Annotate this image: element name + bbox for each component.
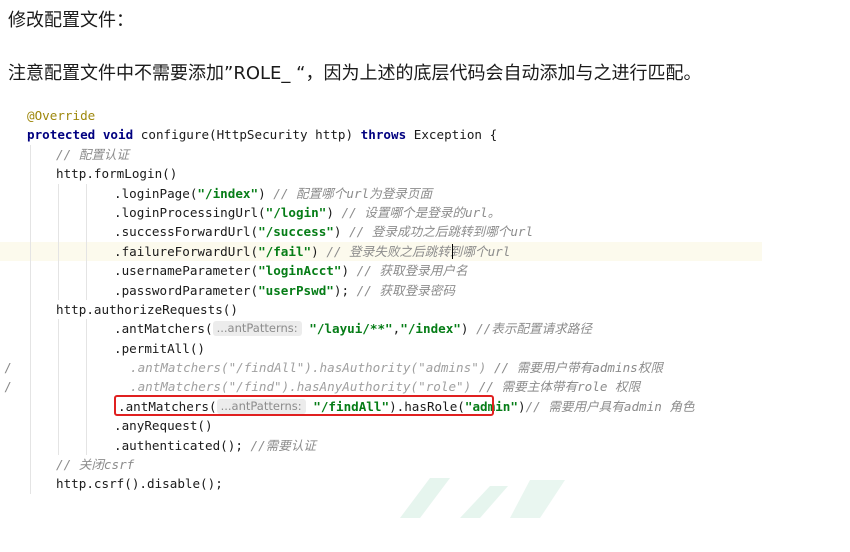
comment: // 需要用户带有admins权限 — [493, 360, 663, 376]
commented-code: .antMatchers("/find").hasAnyAuthority("r… — [130, 379, 479, 395]
code-line: @Override — [0, 106, 850, 125]
code-text: .failureForwardUrl( — [114, 243, 259, 259]
code-line: protected void configure(HttpSecurity ht… — [0, 125, 850, 144]
code-text: http.csrf().disable(); — [56, 476, 223, 492]
string-literal: "loginAcct" — [258, 263, 342, 279]
keyword: void — [102, 127, 134, 143]
gutter-mark: / — [4, 379, 12, 395]
code-text: .successForwardUrl( — [114, 224, 259, 240]
note-paragraph: 注意配置文件中不需要添加”ROLE_ “，因为上述的底层代码会自动添加与之进行匹… — [8, 63, 702, 84]
code-block: @Override protected void configure(HttpS… — [0, 106, 850, 494]
comment: // 关闭csrf — [56, 457, 135, 473]
code-text: configure(HttpSecurity http) — [140, 127, 361, 143]
comment: // 需要主体带有role 权限 — [478, 379, 641, 395]
commented-code: .antMatchers("/findAll").hasAuthority("a… — [130, 360, 494, 376]
comment: // 设置哪个是登录的url。 — [341, 204, 501, 220]
text-caret — [452, 243, 453, 259]
code-line: .antMatchers(...antPatterns: "/findAll")… — [0, 394, 850, 417]
code-line: / .antMatchers("/findAll").hasAuthority(… — [0, 358, 850, 378]
code-text: ) — [460, 321, 477, 337]
code-text: ) — [258, 185, 274, 201]
string-literal: "/success" — [258, 224, 334, 240]
code-text: .authenticated(); — [114, 437, 251, 453]
current-line[interactable]: .failureForwardUrl("/fail") // 登录失败之后跳转到… — [0, 241, 762, 262]
code-text: .passwordParameter( — [114, 282, 259, 298]
comment: // 登录成功之后跳转到哪个url — [349, 224, 534, 240]
string-literal: "/login" — [265, 204, 327, 220]
watermark-shape — [400, 478, 565, 518]
string-literal: "/fail" — [258, 243, 312, 259]
keyword: throws — [360, 127, 407, 143]
code-line: .authenticated(); //需要认证 — [0, 435, 850, 456]
string-literal: "/layui/**" — [309, 321, 393, 337]
code-text: .loginProcessingUrl( — [114, 204, 266, 220]
code-text: ); — [333, 282, 357, 298]
code-text: .loginPage( — [114, 185, 198, 201]
code-text: ) — [517, 398, 526, 414]
code-line: .loginPage("/index") // 配置哪个url为登录页面 — [0, 183, 850, 203]
comment: // 登录失败之后跳转到哪个url — [326, 243, 511, 259]
string-literal: "userPswd" — [258, 282, 334, 298]
code-line: http.authorizeRequests() — [0, 299, 850, 320]
parameter-hint: ...antPatterns: — [212, 321, 302, 337]
comment: // 需要用户具有admin 角色 — [525, 398, 695, 414]
code-line: http.formLogin() — [0, 164, 850, 184]
code-line: // 配置认证 — [0, 144, 850, 165]
code-line: .usernameParameter("loginAcct") // 获取登录用… — [0, 261, 850, 281]
highlight-box — [114, 394, 494, 416]
gutter-mark: / — [4, 360, 12, 376]
code-text: .permitAll() — [114, 340, 205, 356]
code-line: // 关闭csrf — [0, 455, 850, 475]
code-text: ) — [333, 224, 350, 240]
code-text: http.formLogin() — [56, 166, 178, 182]
comment: // 配置认证 — [56, 146, 130, 162]
code-text: ) — [326, 204, 342, 220]
code-text: .antMatchers( — [114, 321, 213, 337]
code-text: .usernameParameter( — [114, 263, 259, 279]
comment: // 获取登录密码 — [356, 282, 455, 298]
code-line: / .antMatchers("/find").hasAnyAuthority(… — [0, 377, 850, 397]
string-literal: "/index" — [197, 185, 259, 201]
code-text: http.authorizeRequests() — [56, 301, 238, 317]
code-line: .antMatchers(...antPatterns: "/layui/**"… — [0, 319, 850, 339]
code-line: .passwordParameter("userPswd"); // 获取登录密… — [0, 280, 850, 300]
string-literal: "/index" — [400, 321, 461, 337]
code-line: .loginProcessingUrl("/login") // 设置哪个是登录… — [0, 202, 850, 223]
code-text: Exception { — [413, 127, 498, 143]
section-heading: 修改配置文件： — [8, 10, 134, 31]
code-text: ) — [311, 243, 327, 259]
code-line: .permitAll() — [0, 338, 850, 359]
comment: //表示配置请求路径 — [476, 321, 592, 337]
keyword: protected — [27, 127, 96, 143]
code-text: .anyRequest() — [114, 418, 213, 434]
annotation: @Override — [27, 108, 96, 123]
code-text: ) — [341, 263, 357, 279]
code-line: .anyRequest() — [0, 416, 850, 436]
code-line: .successForwardUrl("/success") // 登录成功之后… — [0, 222, 850, 242]
comment: //需要认证 — [250, 437, 317, 453]
comment: // 配置哪个url为登录页面 — [273, 185, 433, 201]
comment: // 获取登录用户名 — [356, 263, 468, 279]
